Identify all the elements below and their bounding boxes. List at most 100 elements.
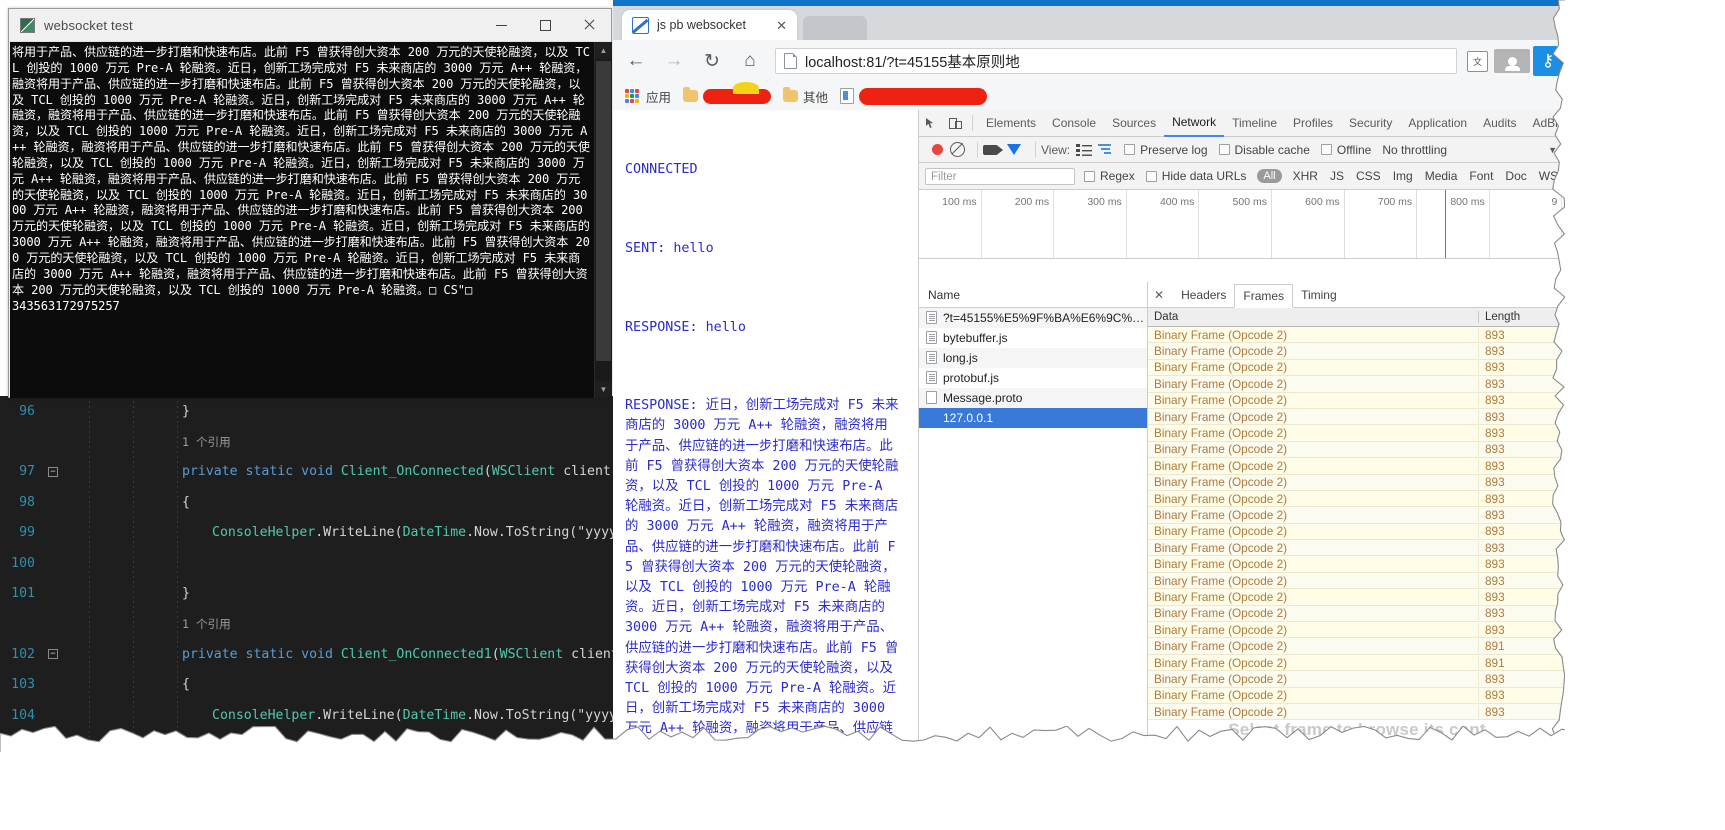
bookmark-link-redacted-2[interactable] [840, 88, 987, 105]
filter-type-img[interactable]: Img [1387, 169, 1419, 183]
frame-row[interactable]: Binary Frame (Opcode 2)893 [1148, 573, 1565, 589]
devtools-tab-sources[interactable]: Sources [1104, 111, 1164, 136]
devtools-tab-application[interactable]: Application [1400, 111, 1475, 136]
minimize-button[interactable] [479, 9, 523, 41]
frame-row[interactable]: Binary Frame (Opcode 2)893 [1148, 425, 1565, 441]
detail-tab-frames[interactable]: Frames [1234, 284, 1293, 308]
frame-row[interactable]: Binary Frame (Opcode 2)893 [1148, 606, 1565, 622]
frame-row[interactable]: Binary Frame (Opcode 2)893 [1148, 524, 1565, 540]
filter-type-font[interactable]: Font [1463, 169, 1499, 183]
request-detail-pane[interactable]: ✕ HeadersFramesTiming Data Length Binary… [1148, 282, 1565, 752]
page-viewport[interactable]: CONNECTED SENT: hello RESPONSE: hello RE… [613, 110, 1565, 752]
reload-icon[interactable]: ↻ [697, 46, 727, 76]
code-line[interactable]: 99ConsoleHelper.WriteLine(DateTime.Now.T… [0, 518, 613, 548]
console-window[interactable]: websocket test 将用于产品、供应链的进一步打磨和快速布店。此前 F… [8, 8, 612, 398]
bookmark-apps[interactable]: 应用 [646, 87, 671, 106]
code-line[interactable]: 101} [0, 578, 613, 608]
preserve-log-checkbox[interactable] [1124, 144, 1135, 155]
offline-option[interactable]: Offline [1321, 143, 1371, 157]
filter-type-ws[interactable]: WS [1533, 169, 1564, 183]
translate-icon[interactable]: 文 [1467, 51, 1488, 72]
request-name-column[interactable]: Name ?t=45155%E5%9F%BA%E6%9C%AC%E5...byt… [919, 282, 1148, 752]
waterfall-view-icon[interactable] [1097, 143, 1113, 156]
new-tab-placeholder[interactable] [803, 16, 867, 40]
visual-studio-editor[interactable]: 96}1 个引用97−private static void Client_On… [0, 396, 613, 752]
detail-tab-headers[interactable]: Headers [1173, 283, 1234, 307]
browser-tab-active[interactable]: js pb websocket ✕ [622, 10, 797, 40]
filter-type-doc[interactable]: Doc [1499, 169, 1532, 183]
frame-row[interactable]: Binary Frame (Opcode 2)893 [1148, 393, 1565, 409]
request-list-item[interactable]: long.js [919, 348, 1147, 368]
extension-icon[interactable]: ⚷ [1533, 46, 1563, 76]
camera-button[interactable] [983, 145, 998, 155]
detail-tab-timing[interactable]: Timing [1293, 283, 1345, 307]
devtools-tab-console[interactable]: Console [1044, 111, 1104, 136]
console-scrollbar[interactable]: ▲ ▼ [594, 42, 612, 398]
frame-row[interactable]: Binary Frame (Opcode 2)893 [1148, 343, 1565, 359]
disable-cache-option[interactable]: Disable cache [1219, 143, 1310, 157]
address-bar[interactable]: localhost:81/?t=45155基本原则地 [775, 48, 1457, 74]
bookmarks-bar[interactable]: 应用 其他 [613, 82, 1565, 111]
preserve-log-option[interactable]: Preserve log [1124, 143, 1207, 157]
back-icon[interactable]: ← [621, 46, 651, 76]
inspect-element-icon[interactable] [919, 110, 943, 136]
tab-strip[interactable]: js pb websocket ✕ [613, 6, 1565, 40]
frame-row[interactable]: Binary Frame (Opcode 2)893 [1148, 491, 1565, 507]
devtools-tab-timeline[interactable]: Timeline [1224, 111, 1285, 136]
frame-row[interactable]: Binary Frame (Opcode 2)893 [1148, 458, 1565, 474]
frame-row[interactable]: Binary Frame (Opcode 2)891 [1148, 638, 1565, 654]
devtools-tab-profiles[interactable]: Profiles [1285, 111, 1341, 136]
throttling-select[interactable]: No throttling [1382, 143, 1447, 157]
filter-type-js[interactable]: JS [1324, 169, 1350, 183]
home-icon[interactable]: ⌂ [735, 46, 765, 76]
console-title-bar[interactable]: websocket test [9, 9, 611, 42]
frame-row[interactable]: Binary Frame (Opcode 2)893 [1148, 442, 1565, 458]
page-info-icon[interactable] [784, 53, 797, 69]
close-button[interactable] [567, 9, 611, 41]
scroll-up-arrow[interactable]: ▲ [595, 42, 612, 59]
devtools-tab-bar[interactable]: ElementsConsoleSourcesNetworkTimelinePro… [919, 110, 1565, 137]
frame-row[interactable]: Binary Frame (Opcode 2)893 [1148, 360, 1565, 376]
frame-row[interactable]: Binary Frame (Opcode 2)893 [1148, 475, 1565, 491]
code-reference-hint[interactable]: 1 个引用 [0, 426, 613, 456]
filter-type-xhr[interactable]: XHR [1287, 169, 1324, 183]
request-list-item[interactable]: protobuf.js [919, 368, 1147, 388]
code-reference-hint[interactable]: 1 个引用 [0, 609, 613, 639]
close-icon[interactable]: ✕ [1154, 288, 1164, 302]
hide-data-urls-option[interactable]: Hide data URLs [1146, 169, 1247, 183]
frame-row[interactable]: Binary Frame (Opcode 2)893 [1148, 704, 1565, 720]
code-line[interactable]: 102−private static void Client_OnConnect… [0, 639, 613, 669]
frame-row[interactable]: Binary Frame (Opcode 2)893 [1148, 376, 1565, 392]
scroll-thumb[interactable] [596, 61, 611, 361]
chevron-down-icon[interactable]: ▼ [1548, 145, 1557, 155]
fold-toggle-icon[interactable]: − [44, 467, 62, 477]
request-list-item[interactable]: bytebuffer.js [919, 328, 1147, 348]
detail-tab-bar[interactable]: ✕ HeadersFramesTiming [1148, 282, 1565, 308]
code-line[interactable]: 103{ [0, 670, 613, 700]
frame-row[interactable]: Binary Frame (Opcode 2)893 [1148, 540, 1565, 556]
devtools-tab-elements[interactable]: Elements [978, 111, 1044, 136]
devtools-tab-security[interactable]: Security [1341, 111, 1400, 136]
filter-type-manifest[interactable]: Manifest [1564, 169, 1565, 183]
code-line[interactable]: 105 [0, 730, 613, 752]
clear-button[interactable] [950, 142, 965, 157]
devtools-tab-audits[interactable]: Audits [1475, 111, 1524, 136]
frame-row[interactable]: Binary Frame (Opcode 2)893 [1148, 622, 1565, 638]
hide-data-urls-checkbox[interactable] [1146, 171, 1157, 182]
chrome-browser-window[interactable]: js pb websocket ✕ ← → ↻ ⌂ localhost:81/?… [613, 0, 1565, 752]
filter-type-css[interactable]: CSS [1350, 169, 1387, 183]
network-toolbar[interactable]: View: [919, 137, 1565, 163]
devtools-tab-adblock[interactable]: AdBlock [1524, 111, 1565, 136]
devtools-tab-network[interactable]: Network [1164, 110, 1224, 137]
filter-input[interactable]: Filter [925, 168, 1075, 185]
name-column-header[interactable]: Name [919, 282, 1147, 308]
list-view-icon[interactable] [1076, 143, 1092, 156]
frame-row[interactable]: Binary Frame (Opcode 2)893 [1148, 671, 1565, 687]
bookmark-folder-redacted-1[interactable] [683, 89, 771, 104]
record-button[interactable] [932, 144, 943, 155]
device-toolbar-icon[interactable] [943, 110, 967, 136]
code-line[interactable]: 96} [0, 396, 613, 426]
funnel-icon[interactable] [1007, 144, 1021, 155]
code-line[interactable]: 97−private static void Client_OnConnecte… [0, 457, 613, 487]
regex-option[interactable]: Regex [1084, 169, 1135, 183]
